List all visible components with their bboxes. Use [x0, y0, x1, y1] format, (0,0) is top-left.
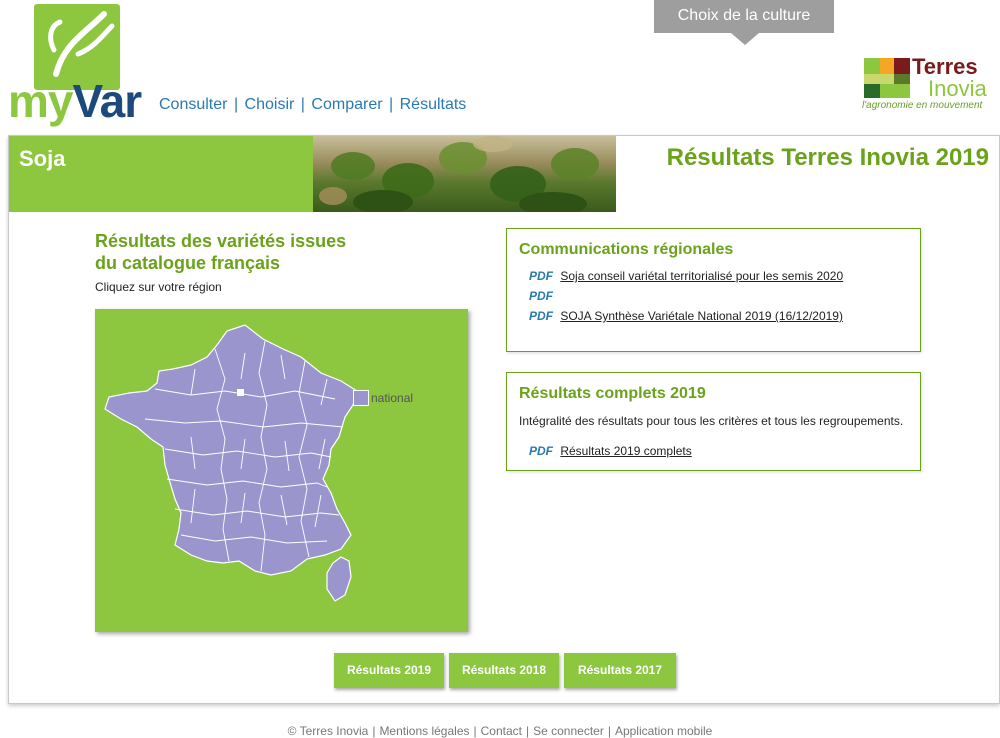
regional-communications-title: Communications régionales	[519, 241, 734, 258]
main-nav: Consulter | Choisir | Comparer | Résulta…	[159, 96, 466, 114]
logo-square	[880, 84, 910, 98]
paris-region[interactable]	[237, 389, 244, 396]
regional-communications-card: Communications régionales PDF Soja conse…	[506, 228, 921, 352]
complete-results-card: Résultats complets 2019 Intégralité des …	[506, 372, 921, 471]
pdf-tag: PDF	[529, 289, 553, 303]
nav-consulter[interactable]: Consulter	[159, 96, 227, 113]
region-map: national	[95, 309, 468, 632]
catalogue-title-line1: Résultats des variétés issues	[95, 231, 347, 251]
footer-separator: |	[372, 724, 376, 738]
results-2017-button[interactable]: Résultats 2017	[564, 653, 676, 688]
footer-mobile-app[interactable]: Application mobile	[615, 724, 712, 738]
logo-square	[864, 74, 894, 84]
pdf-link-resultats-complets[interactable]: Résultats 2019 complets	[560, 444, 691, 458]
pdf-row: PDF	[529, 289, 557, 303]
pdf-row: PDF Résultats 2019 complets	[529, 444, 692, 458]
results-2018-button[interactable]: Résultats 2018	[449, 653, 559, 688]
logo-tagline: l'agronomie en mouvement	[862, 100, 983, 111]
logo-square	[880, 58, 894, 74]
nav-choisir[interactable]: Choisir	[245, 96, 295, 113]
culture-selector-button[interactable]: Choix de la culture	[654, 0, 834, 33]
map-instruction: Cliquez sur votre région	[95, 280, 222, 294]
footer-login[interactable]: Se connecter	[533, 724, 604, 738]
footer-separator: |	[525, 724, 530, 738]
complete-results-title: Résultats complets 2019	[519, 385, 706, 402]
pdf-tag: PDF	[529, 444, 553, 458]
footer: © Terres Inovia | Mentions légales | Contact…	[0, 724, 1000, 738]
myvar-wordmark: myVar	[8, 75, 142, 127]
footer-contact[interactable]: Contact	[481, 724, 522, 738]
logo-square	[864, 84, 880, 98]
logo-square	[894, 74, 910, 84]
banner-right: Résultats Terres Inovia 2019	[616, 136, 999, 212]
logo-square	[864, 58, 880, 74]
nav-resultats[interactable]: Résultats	[400, 96, 467, 113]
pdf-tag: PDF	[529, 309, 553, 323]
terres-inovia-logo[interactable]: Terres Inovia l'agronomie en mouvement	[860, 54, 1000, 118]
catalogue-title: Résultats des variétés issues du catalog…	[95, 230, 346, 274]
pdf-tag: PDF	[529, 269, 553, 283]
footer-separator: |	[607, 724, 611, 738]
nav-separator: |	[389, 96, 394, 113]
results-2019-button[interactable]: Résultats 2019	[334, 653, 444, 688]
logo-name-inovia: Inovia	[928, 76, 987, 101]
footer-mentions-legales[interactable]: Mentions légales	[379, 724, 469, 738]
catalogue-title-line2: du catalogue français	[95, 253, 281, 273]
pdf-link-synthese-nationale[interactable]: SOJA Synthèse Variétale National 2019 (1…	[560, 309, 843, 323]
pdf-link-soja-conseil[interactable]: Soja conseil variétal territorialisé pou…	[560, 269, 843, 283]
banner-green: Soja	[9, 136, 313, 212]
nav-separator: |	[300, 96, 305, 113]
pdf-row: PDF Soja conseil variétal territorialisé…	[529, 269, 843, 283]
soybean-field-photo	[313, 136, 616, 212]
footer-separator: |	[473, 724, 477, 738]
crop-title: Soja	[19, 146, 66, 171]
france-map[interactable]	[95, 309, 468, 632]
pdf-row: PDF SOJA Synthèse Variétale National 201…	[529, 309, 843, 323]
banner: Soja Résultats Terres Inovia 2019	[9, 136, 999, 212]
logo-square	[894, 58, 910, 74]
legend-label-national: national	[371, 391, 414, 405]
myvar-logo[interactable]: myVar	[8, 4, 148, 127]
results-panel: Soja Résultats Terres Inovia 2019 Résult…	[8, 135, 1000, 704]
legend-swatch-national	[353, 390, 369, 406]
culture-selector-pointer	[731, 33, 759, 45]
complete-results-description: Intégralité des résultats pour tous les …	[519, 414, 904, 428]
footer-copyright[interactable]: © Terres Inovia	[288, 724, 369, 738]
page-title: Résultats Terres Inovia 2019	[666, 144, 989, 171]
nav-comparer[interactable]: Comparer	[311, 96, 382, 113]
nav-separator: |	[233, 96, 239, 113]
corsica-region[interactable]	[326, 556, 352, 602]
france-mainland-region[interactable]	[104, 324, 358, 576]
